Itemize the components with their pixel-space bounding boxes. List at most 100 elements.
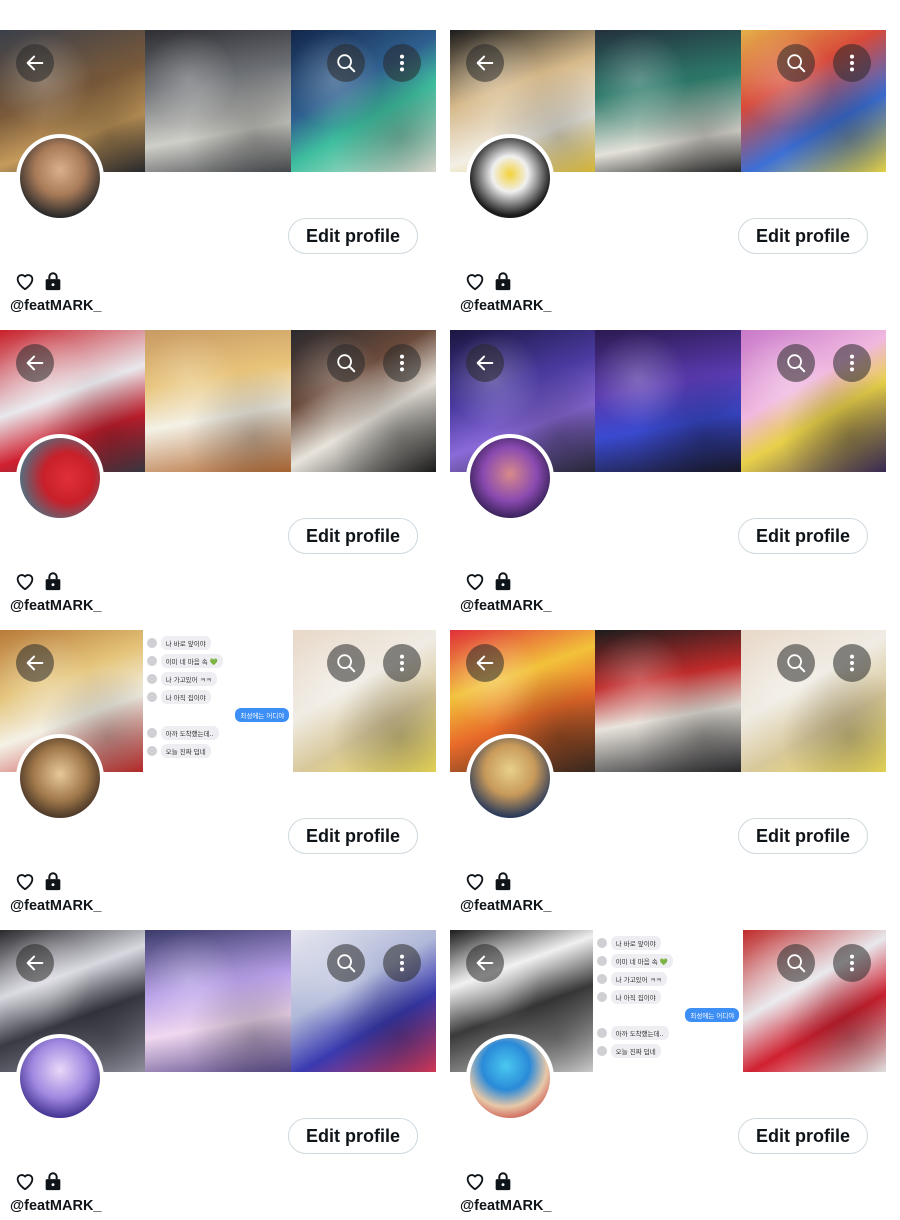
profile-handle: @featMARK_ bbox=[460, 298, 552, 314]
more-vertical-icon bbox=[849, 954, 855, 972]
profile-handle: @featMARK_ bbox=[10, 1198, 102, 1214]
avatar[interactable] bbox=[466, 1034, 554, 1122]
chat-avatar bbox=[596, 992, 607, 1002]
profile-card-6: Edit profile @featMARK_ bbox=[450, 630, 890, 920]
more-options-button[interactable] bbox=[383, 944, 421, 982]
search-button[interactable] bbox=[777, 44, 815, 82]
chat-message: 나 바로 앞이야 bbox=[596, 934, 740, 952]
avatar[interactable] bbox=[16, 134, 104, 222]
more-vertical-icon bbox=[849, 354, 855, 372]
more-vertical-icon bbox=[849, 54, 855, 72]
lock-icon bbox=[45, 272, 61, 291]
chat-message: 오늘 진짜 덥네 bbox=[596, 1042, 740, 1060]
profile-card-5: 나 바로 앞이야 이미 네 마음 속 💚 나 가고있어 ㅋㅋ 나 아직 집이야 최성에는… bbox=[0, 630, 440, 920]
avatar[interactable] bbox=[466, 734, 554, 822]
edit-profile-button[interactable]: Edit profile bbox=[738, 818, 868, 854]
back-button[interactable] bbox=[466, 344, 504, 382]
search-button[interactable] bbox=[327, 644, 365, 682]
more-options-button[interactable] bbox=[383, 644, 421, 682]
lock-icon bbox=[495, 872, 511, 891]
profile-card-3: Edit profile @featMARK_ bbox=[0, 330, 440, 620]
more-vertical-icon bbox=[849, 654, 855, 672]
profile-icons bbox=[464, 270, 514, 292]
more-vertical-icon bbox=[399, 354, 405, 372]
profile-icons bbox=[464, 570, 514, 592]
banner-photo bbox=[595, 330, 741, 472]
edit-profile-button[interactable]: Edit profile bbox=[738, 518, 868, 554]
search-button[interactable] bbox=[327, 44, 365, 82]
banner-photo bbox=[595, 630, 741, 772]
lock-icon bbox=[45, 572, 61, 591]
back-arrow-icon bbox=[476, 955, 494, 971]
more-options-button[interactable] bbox=[383, 344, 421, 382]
chat-avatar bbox=[146, 746, 157, 756]
more-vertical-icon bbox=[399, 954, 405, 972]
more-options-button[interactable] bbox=[833, 944, 871, 982]
edit-profile-button[interactable]: Edit profile bbox=[288, 818, 418, 854]
chat-bubble: 오늘 진짜 덥네 bbox=[610, 1044, 661, 1058]
back-button[interactable] bbox=[16, 344, 54, 382]
more-options-button[interactable] bbox=[833, 44, 871, 82]
banner-photo bbox=[145, 930, 291, 1072]
back-button[interactable] bbox=[16, 644, 54, 682]
banner-photo bbox=[145, 330, 291, 472]
back-button[interactable] bbox=[466, 644, 504, 682]
chat-message: 최성에는 어디야 bbox=[147, 706, 290, 724]
profile-handle: @featMARK_ bbox=[460, 1198, 552, 1214]
chat-message: 아까 도착했는데.. bbox=[146, 724, 290, 742]
edit-profile-button[interactable]: Edit profile bbox=[288, 518, 418, 554]
back-button[interactable] bbox=[466, 944, 504, 982]
back-button[interactable] bbox=[466, 44, 504, 82]
avatar[interactable] bbox=[16, 1034, 104, 1122]
search-icon bbox=[787, 954, 806, 973]
profile-icons bbox=[14, 570, 64, 592]
profile-icons bbox=[14, 870, 64, 892]
profile-handle: @featMARK_ bbox=[460, 598, 552, 614]
edit-profile-button[interactable]: Edit profile bbox=[288, 1118, 418, 1154]
avatar[interactable] bbox=[16, 734, 104, 822]
avatar[interactable] bbox=[466, 434, 554, 522]
edit-profile-button[interactable]: Edit profile bbox=[738, 218, 868, 254]
chat-message: 나 가고있어 ㅋㅋ bbox=[146, 670, 290, 688]
chat-avatar bbox=[146, 656, 157, 666]
chat-message: 오늘 진짜 덥네 bbox=[146, 742, 290, 760]
edit-profile-button[interactable]: Edit profile bbox=[738, 1118, 868, 1154]
search-button[interactable] bbox=[777, 644, 815, 682]
avatar[interactable] bbox=[466, 134, 554, 222]
profile-icons bbox=[464, 1170, 514, 1192]
more-options-button[interactable] bbox=[833, 644, 871, 682]
chat-avatar bbox=[146, 692, 157, 702]
more-options-button[interactable] bbox=[833, 344, 871, 382]
back-arrow-icon bbox=[26, 655, 44, 671]
heart-icon bbox=[466, 574, 484, 591]
back-arrow-icon bbox=[476, 655, 494, 671]
profile-handle: @featMARK_ bbox=[10, 898, 102, 914]
lock-icon bbox=[45, 872, 61, 891]
profile-card-4: Edit profile @featMARK_ bbox=[450, 330, 890, 620]
chat-bubble: 아까 도착했는데.. bbox=[610, 1026, 669, 1040]
chat-avatar bbox=[596, 938, 607, 948]
search-button[interactable] bbox=[777, 344, 815, 382]
back-button[interactable] bbox=[16, 44, 54, 82]
profile-card-7: Edit profile @featMARK_ bbox=[0, 930, 440, 1220]
chat-message: 이미 네 마음 속 💚 bbox=[596, 952, 740, 970]
back-button[interactable] bbox=[16, 944, 54, 982]
search-button[interactable] bbox=[327, 344, 365, 382]
chat-message: 아까 도착했는데.. bbox=[596, 1024, 740, 1042]
profile-card-1: Edit profile @featMARK_ bbox=[0, 30, 440, 320]
more-options-button[interactable] bbox=[383, 44, 421, 82]
lock-icon bbox=[495, 572, 511, 591]
chat-message: 나 가고있어 ㅋㅋ bbox=[596, 970, 740, 988]
avatar[interactable] bbox=[16, 434, 104, 522]
back-arrow-icon bbox=[26, 355, 44, 371]
chat-avatar bbox=[146, 728, 157, 738]
lock-icon bbox=[495, 272, 511, 291]
edit-profile-button[interactable]: Edit profile bbox=[288, 218, 418, 254]
search-button[interactable] bbox=[327, 944, 365, 982]
profile-handle: @featMARK_ bbox=[10, 598, 102, 614]
search-button[interactable] bbox=[777, 944, 815, 982]
heart-icon bbox=[16, 874, 34, 891]
profile-icons bbox=[14, 1170, 64, 1192]
search-icon bbox=[787, 654, 806, 673]
chat-avatar bbox=[146, 638, 157, 648]
